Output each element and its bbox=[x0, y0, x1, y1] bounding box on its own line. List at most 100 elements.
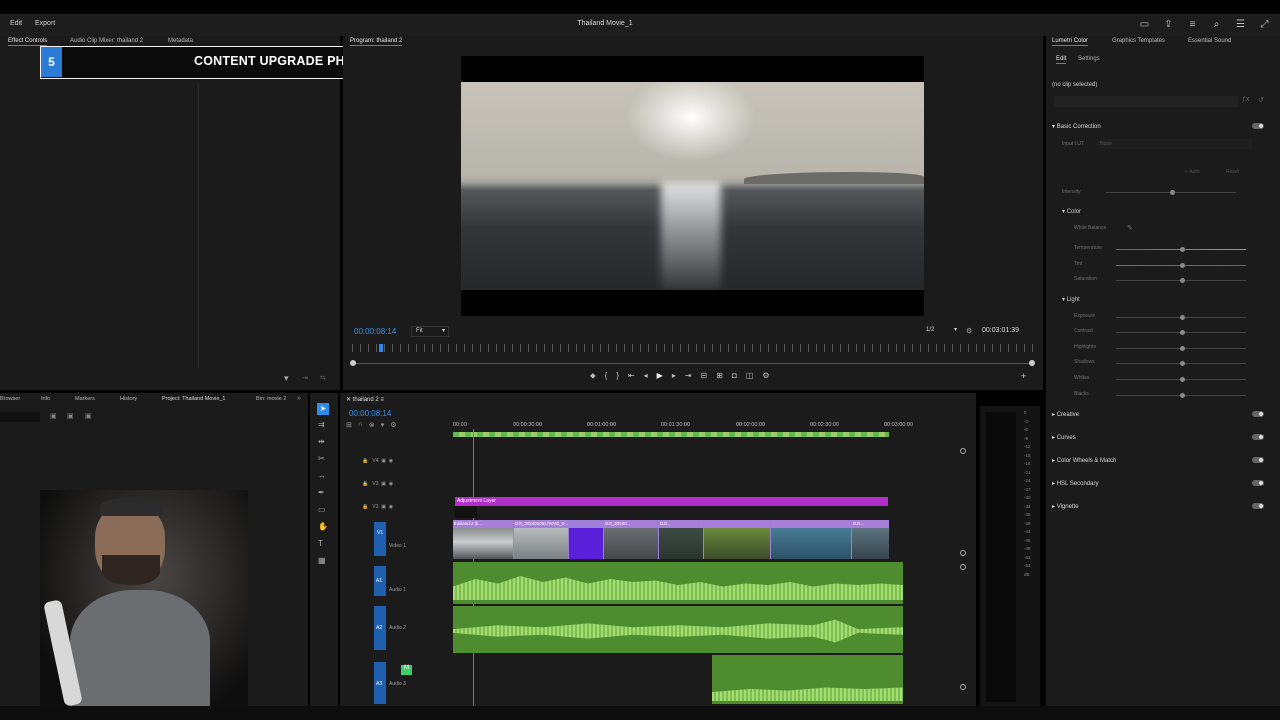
audio-scroll-handle[interactable] bbox=[960, 564, 966, 570]
section-light[interactable]: ▾ Light bbox=[1062, 296, 1080, 303]
blacks-slider[interactable] bbox=[1116, 393, 1246, 398]
tab-timeline[interactable]: ✕ thailand 2 ≡ bbox=[346, 396, 384, 403]
section-hsl-secondary[interactable]: ▸ HSL Secondary bbox=[1052, 480, 1099, 487]
video-clip[interactable] bbox=[569, 528, 603, 559]
zoom-bar[interactable] bbox=[352, 363, 1034, 364]
exposure-knob[interactable] bbox=[1180, 315, 1185, 320]
clip-dropdown[interactable] bbox=[1054, 96, 1238, 107]
menu-icon[interactable]: ≡ bbox=[1187, 19, 1198, 30]
fullscreen-icon[interactable]: ⤢ bbox=[1259, 19, 1270, 30]
audio-scroll-handle[interactable] bbox=[960, 684, 966, 690]
video-clip[interactable]: DJI_20240105175741_0... bbox=[514, 520, 568, 559]
section-color[interactable]: ▾ Color bbox=[1062, 208, 1081, 215]
intensity-knob[interactable] bbox=[1170, 190, 1175, 195]
lift-icon[interactable]: ⊟ bbox=[701, 371, 708, 381]
wrench-icon[interactable]: ⚙ bbox=[966, 327, 972, 335]
program-ruler[interactable] bbox=[352, 344, 1034, 352]
list-view-icon[interactable]: ▣ bbox=[67, 412, 74, 420]
slip-icon[interactable]: ↔ bbox=[318, 471, 328, 480]
ripple-edit-icon[interactable]: ⇹ bbox=[318, 437, 328, 446]
extract-icon[interactable]: ⊞ bbox=[716, 371, 723, 381]
color-wheels-toggle[interactable] bbox=[1252, 457, 1264, 463]
program-playhead[interactable] bbox=[379, 344, 383, 352]
selection-tool-icon[interactable]: ➤ bbox=[317, 403, 329, 415]
insert-sequence-icon[interactable]: ⊞ bbox=[346, 421, 352, 429]
fx-icon[interactable]: ƒx bbox=[1242, 96, 1249, 103]
go-to-out-icon[interactable]: ⇥ bbox=[685, 371, 692, 381]
settings-icon[interactable]: ⚙ bbox=[762, 371, 769, 381]
new-bin-icon[interactable]: ▣ bbox=[50, 412, 57, 420]
tab-bin[interactable]: Bin: movie 2 bbox=[256, 396, 286, 402]
search-icon[interactable]: ⌕ bbox=[1211, 19, 1222, 30]
comparison-icon[interactable]: ◫ bbox=[746, 371, 754, 381]
step-back-icon[interactable]: ◂ bbox=[644, 371, 648, 381]
step-forward-icon[interactable]: ▸ bbox=[672, 371, 676, 381]
tab-markers[interactable]: Markers bbox=[75, 396, 95, 402]
type-icon[interactable]: T bbox=[318, 539, 328, 548]
tab-edit[interactable]: Edit bbox=[1056, 56, 1067, 64]
tab-history[interactable]: History bbox=[120, 396, 137, 402]
video-scroll-handle[interactable] bbox=[960, 550, 966, 556]
temperature-knob[interactable] bbox=[1180, 247, 1185, 252]
resolution-dropdown[interactable]: 1/2 ▾ bbox=[922, 326, 960, 337]
intensity-slider[interactable] bbox=[1106, 190, 1236, 195]
video-clip[interactable]: thailand 2 (li... bbox=[453, 520, 513, 559]
basic-correction-toggle[interactable] bbox=[1252, 123, 1264, 129]
input-lut-dropdown[interactable]: None bbox=[1096, 139, 1252, 149]
contrast-knob[interactable] bbox=[1180, 330, 1185, 335]
zoom-handle-right[interactable] bbox=[1029, 360, 1035, 366]
whites-slider[interactable] bbox=[1116, 377, 1246, 382]
audio-1-clips[interactable] bbox=[453, 562, 903, 604]
tab-metadata[interactable]: Metadata bbox=[168, 38, 193, 44]
reset-icon[interactable]: ↺ bbox=[1258, 96, 1264, 104]
blacks-knob[interactable] bbox=[1180, 393, 1185, 398]
highlights-slider[interactable] bbox=[1116, 346, 1246, 351]
tab-browser[interactable]: Browser bbox=[0, 396, 20, 402]
track-v1-target[interactable] bbox=[374, 522, 386, 556]
mark-out-icon[interactable]: } bbox=[616, 371, 619, 381]
section-curves[interactable]: ▸ Curves bbox=[1052, 434, 1076, 441]
highlights-knob[interactable] bbox=[1180, 346, 1185, 351]
hand-icon[interactable]: ✋ bbox=[318, 522, 328, 531]
vignette-toggle[interactable] bbox=[1252, 503, 1264, 509]
sort-icon[interactable]: ☰ bbox=[1235, 19, 1246, 30]
export-frame-icon[interactable]: ⇥ bbox=[302, 374, 308, 382]
creative-toggle[interactable] bbox=[1252, 411, 1264, 417]
tab-lumetri-color[interactable]: Lumetri Color bbox=[1052, 38, 1089, 46]
section-color-wheels[interactable]: ▸ Color Wheels & Match bbox=[1052, 457, 1116, 464]
tab-program[interactable]: Program: thailand 2 bbox=[350, 38, 403, 46]
add-button-icon[interactable]: + bbox=[1021, 371, 1026, 381]
temperature-slider[interactable] bbox=[1116, 247, 1246, 252]
tab-settings[interactable]: Settings bbox=[1078, 56, 1100, 62]
timeline-ruler[interactable]: 00:00 00:00:30:00 00:01:00:00 00:01:30:0… bbox=[453, 422, 963, 432]
video-clip[interactable]: DJI_20240... bbox=[604, 520, 658, 559]
tab-project[interactable]: Project: Thailand Movie_1 bbox=[162, 396, 226, 402]
linked-selection-icon[interactable]: ⊗ bbox=[369, 421, 375, 429]
hsl-secondary-toggle[interactable] bbox=[1252, 480, 1264, 486]
mark-in-icon[interactable]: { bbox=[605, 371, 608, 381]
workspace-icon[interactable]: ▭ bbox=[1139, 19, 1150, 30]
filter-icon[interactable]: ▾ bbox=[284, 373, 289, 384]
auto-button[interactable]: ✧ Auto bbox=[1184, 169, 1200, 175]
tab-essential-sound[interactable]: Essential Sound bbox=[1188, 38, 1231, 44]
menu-edit[interactable]: Edit bbox=[10, 20, 22, 27]
record-voice-icon[interactable]: M bbox=[401, 665, 412, 675]
audio-2-clips[interactable] bbox=[453, 606, 903, 653]
video-clip[interactable]: DJI... bbox=[852, 520, 889, 559]
saturation-knob[interactable] bbox=[1180, 278, 1185, 283]
project-search-input[interactable] bbox=[0, 412, 40, 422]
rectangle-icon[interactable]: ▭ bbox=[318, 505, 328, 514]
go-to-in-icon[interactable]: ⇤ bbox=[628, 371, 635, 381]
tab-audio-clip-mixer[interactable]: Audio Clip Mixer: thailand 2 bbox=[70, 38, 143, 44]
program-timecode[interactable]: 00:00:08:14 bbox=[354, 327, 396, 336]
video-scroll-handle[interactable] bbox=[960, 448, 966, 454]
shadows-slider[interactable] bbox=[1116, 361, 1246, 366]
contrast-slider[interactable] bbox=[1116, 330, 1246, 335]
menu-export[interactable]: Export bbox=[35, 20, 55, 27]
track-select-icon[interactable]: ⇉ bbox=[318, 420, 328, 429]
share-icon[interactable]: ⇪ bbox=[1163, 19, 1174, 30]
zoom-handle-left[interactable] bbox=[350, 360, 356, 366]
shadows-knob[interactable] bbox=[1180, 361, 1185, 366]
icon-view-icon[interactable]: ▣ bbox=[85, 412, 92, 420]
razor-icon[interactable]: ✂ bbox=[318, 454, 328, 463]
